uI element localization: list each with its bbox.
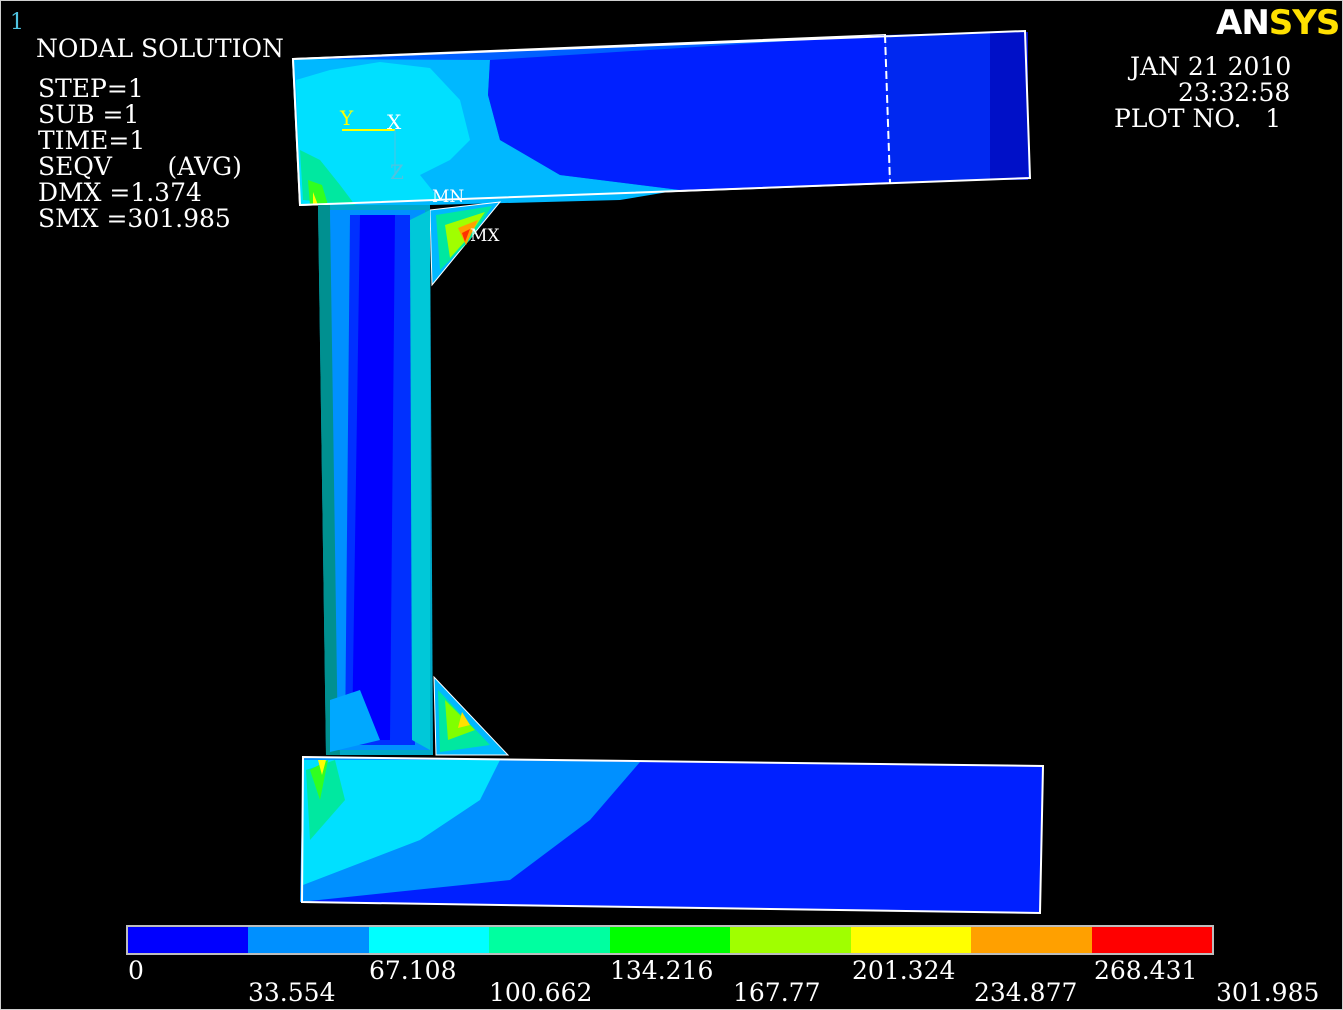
legend-label-bottom: 301.985 (1216, 978, 1320, 1007)
legend-swatch (850, 927, 972, 953)
plot-title: NODAL SOLUTION (36, 34, 284, 63)
legend-label-bottom: 167.77 (733, 978, 821, 1007)
min-marker: MN (432, 187, 465, 207)
smx-info: SMX =301.985 (38, 204, 231, 233)
dmx-info: DMX =1.374 (38, 178, 202, 207)
legend-label-top: 67.108 (369, 956, 457, 985)
legend-swatch (248, 927, 369, 953)
column (318, 205, 433, 755)
legend-swatch (730, 927, 851, 953)
triad-x-label: X (387, 110, 402, 134)
bottom-plate (300, 755, 1045, 915)
legend-label-top: 0 (128, 956, 144, 985)
step-info: STEP=1 (38, 74, 144, 103)
time-info: TIME=1 (38, 126, 146, 155)
triad-z-label: Z (390, 160, 404, 184)
legend-swatch (489, 927, 610, 953)
legend-label-top: 201.324 (852, 956, 956, 985)
legend-label-bottom: 100.662 (489, 978, 593, 1007)
sub-info: SUB =1 (38, 100, 140, 129)
legend-swatch (971, 927, 1092, 953)
triad-y-label: Y (340, 106, 354, 130)
ansys-logo: ANSYS (1216, 3, 1340, 43)
legend-label-top: 268.431 (1094, 956, 1198, 985)
seqv-info: SEQV (AVG) (38, 152, 242, 181)
legend-swatch (128, 927, 249, 953)
legend-label-top: 134.216 (610, 956, 714, 985)
contour-legend (126, 925, 1214, 955)
plot-number: PLOT NO. 1 (1114, 104, 1282, 133)
plot-time: 23:32:58 (1178, 78, 1291, 107)
legend-label-bottom: 234.877 (974, 978, 1078, 1007)
plot-date: JAN 21 2010 (1130, 52, 1292, 81)
legend-swatch (609, 927, 731, 953)
legend-label-bottom: 33.554 (248, 978, 336, 1007)
legend-swatch (1091, 927, 1212, 953)
bottom-gusset (433, 675, 510, 756)
max-marker: MX (470, 226, 500, 246)
legend-swatch (368, 927, 490, 953)
